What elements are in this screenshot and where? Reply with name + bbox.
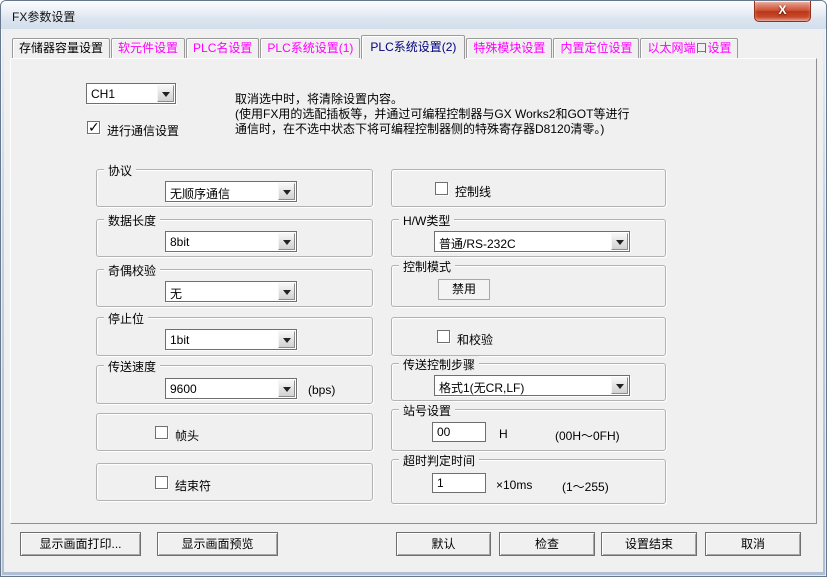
tab-device[interactable]: 软元件设置: [111, 38, 185, 58]
finish-settings-button[interactable]: 设置结束: [601, 532, 697, 556]
timeout-group-label: 超时判定时间: [399, 452, 479, 469]
data-length-select-value: 8bit: [170, 235, 189, 249]
header-checkbox[interactable]: [155, 426, 168, 439]
station-number-range: (00H～0FH): [555, 427, 620, 444]
transmission-control-select-value: 格式1(无CR,LF): [439, 379, 524, 396]
parity-select-value: 无: [170, 285, 182, 302]
transmission-control-group-label: 传送控制步骤: [399, 356, 479, 373]
dropdown-arrow-icon[interactable]: [278, 380, 295, 397]
channel-select[interactable]: CH1: [86, 83, 176, 104]
title-bar[interactable]: FX参数设置: [1, 1, 826, 29]
sum-check-group: 和校验: [391, 317, 666, 356]
tab-plc-name[interactable]: PLC名设置: [186, 38, 259, 58]
transmission-control-select[interactable]: 格式1(无CR,LF): [434, 375, 630, 396]
station-number-group-label: 站号设置: [399, 402, 455, 419]
control-mode-value: 禁用: [438, 279, 490, 300]
tab-ethernet-port[interactable]: 以太网端口设置: [640, 38, 738, 58]
description-text: 取消选中时，将清除设置内容。 (使用FX用的选配插板等，并通过可编程控制器与GX…: [235, 92, 629, 137]
timeout-group: 超时判定时间 ×10ms (1～255): [391, 459, 666, 504]
dropdown-arrow-icon[interactable]: [611, 233, 628, 250]
close-button[interactable]: X: [754, 1, 811, 22]
control-line-checkbox-label: 控制线: [455, 183, 491, 200]
window-title: FX参数设置: [12, 8, 75, 25]
parity-select[interactable]: 无: [165, 281, 297, 302]
data-length-select[interactable]: 8bit: [165, 231, 297, 252]
sum-check-checkbox-label: 和校验: [457, 331, 493, 348]
sum-check-checkbox[interactable]: [437, 330, 450, 343]
transmission-speed-group-label: 传送速度: [104, 358, 160, 375]
print-screen-button[interactable]: 显示画面打印...: [20, 532, 141, 556]
dropdown-arrow-icon[interactable]: [278, 233, 295, 250]
timeout-range: (1～255): [562, 478, 609, 495]
header-checkbox-label: 帧头: [175, 427, 199, 444]
tab-builtin-positioning[interactable]: 内置定位设置: [553, 38, 639, 58]
dropdown-arrow-icon[interactable]: [611, 377, 628, 394]
control-mode-group: 控制模式 禁用: [391, 265, 666, 307]
tab-bar: 存储器容量设置 软元件设置 PLC名设置 PLC系统设置(1) PLC系统设置(…: [12, 37, 739, 58]
dropdown-arrow-icon[interactable]: [157, 85, 174, 102]
protocol-group-label: 协议: [104, 162, 136, 179]
control-line-checkbox[interactable]: [435, 182, 448, 195]
cancel-button[interactable]: 取消: [705, 532, 801, 556]
comm-setting-label: 进行通信设置: [107, 122, 179, 139]
fx-parameter-settings-dialog: FX参数设置 X 存储器容量设置 软元件设置 PLC名设置 PLC系统设置(1)…: [0, 0, 827, 577]
tab-plc-system-1[interactable]: PLC系统设置(1): [260, 38, 360, 58]
control-line-group: 控制线: [391, 169, 666, 207]
protocol-select[interactable]: 无顺序通信: [165, 181, 297, 202]
baud-rate-unit: (bps): [308, 383, 335, 397]
description-line: (使用FX用的选配插板等，并通过可编程控制器与GX Works2和GOT等进行: [235, 107, 629, 122]
description-line: 通信时，在不选中状态下将可编程控制器侧的特殊寄存器D8120清零。): [235, 122, 629, 137]
transmission-control-group: 传送控制步骤 格式1(无CR,LF): [391, 363, 666, 401]
stop-bit-select-value: 1bit: [170, 333, 189, 347]
tab-memory-capacity[interactable]: 存储器容量设置: [12, 38, 110, 58]
timeout-input[interactable]: [432, 473, 486, 493]
stop-bit-select[interactable]: 1bit: [165, 329, 297, 350]
baud-rate-select-value: 9600: [170, 382, 197, 396]
check-button[interactable]: 检查: [499, 532, 595, 556]
dropdown-arrow-icon[interactable]: [278, 331, 295, 348]
terminator-checkbox[interactable]: [155, 476, 168, 489]
hw-type-select[interactable]: 普通/RS-232C: [434, 231, 630, 252]
stop-bit-group-label: 停止位: [104, 310, 148, 327]
default-button[interactable]: 默认: [396, 532, 491, 556]
station-number-group: 站号设置 H (00H～0FH): [391, 409, 666, 451]
stop-bit-group: 停止位 1bit: [96, 317, 373, 356]
close-icon: X: [778, 3, 786, 17]
terminator-group: 结束符: [96, 463, 373, 501]
comm-setting-checkbox[interactable]: [87, 121, 100, 134]
terminator-checkbox-label: 结束符: [175, 477, 211, 494]
dropdown-arrow-icon[interactable]: [278, 283, 295, 300]
protocol-group: 协议 无顺序通信: [96, 169, 373, 207]
dropdown-arrow-icon[interactable]: [278, 183, 295, 200]
tab-plc-system-2[interactable]: PLC系统设置(2): [361, 35, 465, 59]
station-number-unit: H: [499, 427, 508, 441]
preview-screen-button[interactable]: 显示画面预览: [157, 532, 278, 556]
data-length-group: 数据长度 8bit: [96, 219, 373, 257]
protocol-select-value: 无顺序通信: [170, 185, 230, 202]
control-mode-group-label: 控制模式: [399, 258, 455, 275]
transmission-speed-group: 传送速度 9600 (bps): [96, 365, 373, 404]
description-line: 取消选中时，将清除设置内容。: [235, 92, 629, 107]
channel-select-value: CH1: [91, 87, 115, 101]
parity-group: 奇偶校验 无: [96, 269, 373, 307]
hw-type-group-label: H/W类型: [399, 212, 454, 229]
hw-type-select-value: 普通/RS-232C: [439, 235, 516, 252]
timeout-unit: ×10ms: [496, 478, 532, 492]
hw-type-group: H/W类型 普通/RS-232C: [391, 219, 666, 257]
baud-rate-select[interactable]: 9600: [165, 378, 297, 399]
station-number-input[interactable]: [432, 422, 486, 442]
header-group: 帧头: [96, 413, 373, 451]
data-length-group-label: 数据长度: [104, 212, 160, 229]
tab-special-module[interactable]: 特殊模块设置: [466, 38, 552, 58]
parity-group-label: 奇偶校验: [104, 262, 160, 279]
